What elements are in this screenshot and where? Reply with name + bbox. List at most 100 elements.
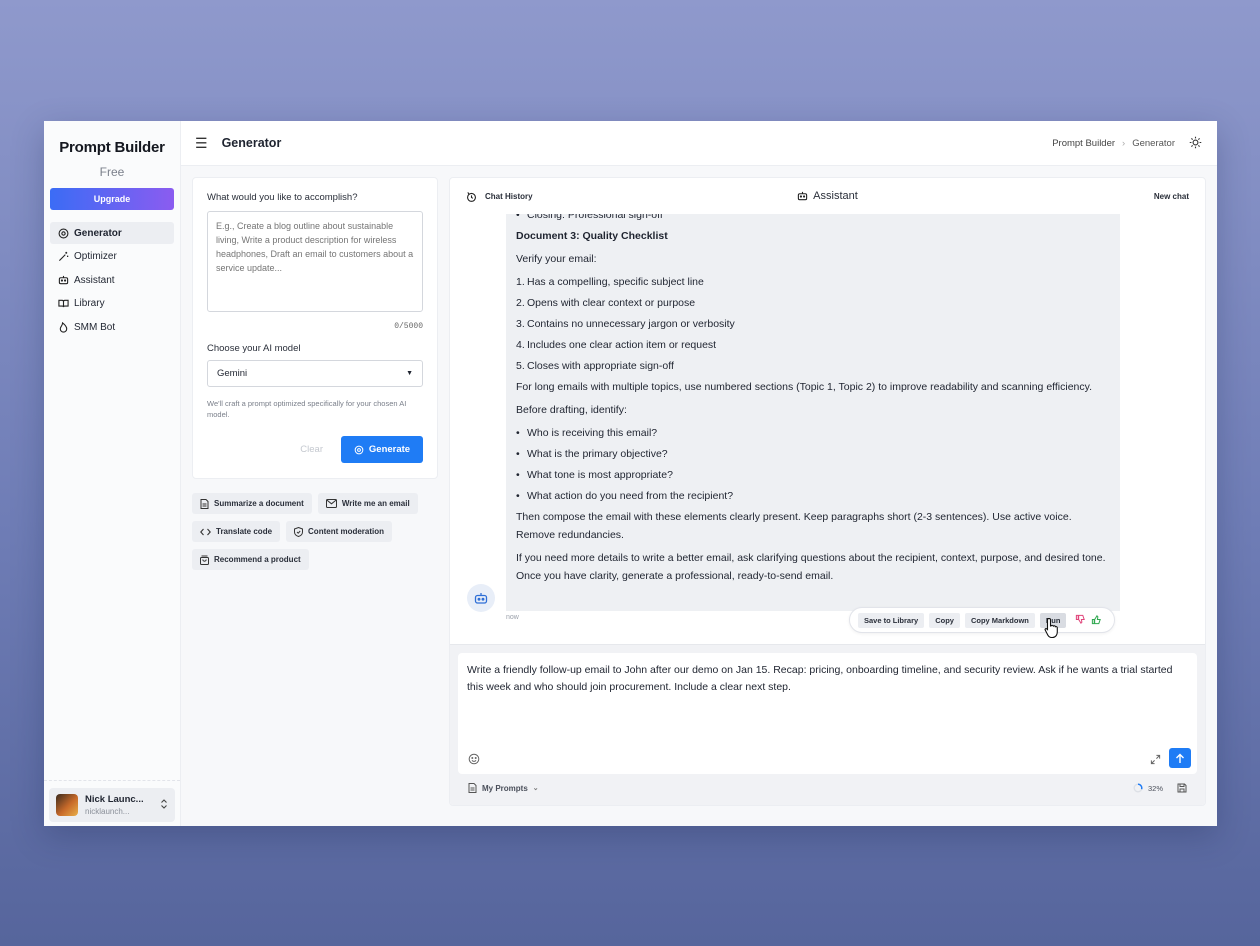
prompt-input-text[interactable]: Write a friendly follow-up email to John…	[467, 662, 1188, 696]
chat-history-button[interactable]: Chat History	[466, 191, 533, 202]
message-text: Verify your email:	[516, 253, 597, 265]
save-icon[interactable]	[1177, 783, 1187, 793]
thumbs-up-icon[interactable]	[1091, 614, 1103, 626]
arrow-up-icon	[1176, 753, 1184, 763]
chip-recommend-product[interactable]: Recommend a product	[192, 549, 309, 570]
book-icon	[57, 298, 69, 310]
message-text: Then compose the email with these elemen…	[516, 511, 1072, 541]
assistant-message: • Closing: Professional sign-off Document…	[506, 214, 1120, 611]
topbar: ☰ Generator Prompt Builder › Generator	[181, 121, 1217, 166]
generator-icon	[57, 227, 69, 239]
expand-icon[interactable]	[1150, 754, 1161, 765]
form-actions: Clear Generate	[207, 436, 423, 463]
breadcrumb-root[interactable]: Prompt Builder	[1052, 138, 1115, 149]
chip-write-email[interactable]: Write me an email	[317, 493, 418, 514]
composer-footer: My Prompts ⌄ 32%	[458, 774, 1197, 802]
sidebar-item-label: SMM Bot	[74, 321, 116, 333]
chip-label: Translate code	[216, 527, 273, 536]
list-item: 4. Includes one clear action item or requ…	[516, 339, 717, 351]
upgrade-button[interactable]: Upgrade	[50, 188, 174, 210]
sidebar-item-smm-bot[interactable]: SMM Bot	[50, 316, 174, 338]
chevron-up-down-icon	[160, 799, 168, 811]
caret-down-icon: ▼	[406, 370, 413, 377]
sidebar-item-generator[interactable]: Generator	[50, 222, 174, 244]
page-title: Generator	[221, 136, 282, 150]
model-hint: We'll craft a prompt optimized specifica…	[207, 399, 407, 419]
message-timestamp: now	[506, 614, 519, 621]
emoji-icon[interactable]	[468, 753, 480, 765]
bag-icon	[200, 555, 209, 565]
document-icon	[200, 498, 209, 509]
list-item: • Who is receiving this email?	[516, 427, 658, 439]
message-text: Before drafting, identify:	[516, 404, 627, 416]
sidebar-item-label: Assistant	[74, 274, 115, 286]
content: What would you like to accomplish? 0/500…	[181, 166, 1217, 826]
assistant-label: Assistant	[813, 190, 858, 202]
shield-icon	[294, 526, 304, 537]
assistant-panel: Chat History Assistant New chat • Closing…	[449, 177, 1206, 806]
assistant-title: Assistant	[450, 190, 1205, 202]
code-icon	[200, 528, 211, 536]
sparkle-icon	[354, 445, 364, 455]
message-heading: Document 3: Quality Checklist	[516, 230, 668, 242]
prompt-input[interactable]: Write a friendly follow-up email to John…	[458, 653, 1197, 774]
list-item: 5. Closes with appropriate sign-off	[516, 360, 674, 372]
sidebar-item-label: Generator	[74, 227, 122, 239]
document-icon	[468, 783, 477, 793]
list-item: • Closing: Professional sign-off	[516, 214, 663, 221]
chevron-down-icon: ⌄	[532, 785, 539, 792]
list-item: 2. Opens with clear context or purpose	[516, 297, 696, 309]
chip-summarize-document[interactable]: Summarize a document	[192, 493, 312, 514]
new-chat-button[interactable]: New chat	[1154, 192, 1189, 201]
breadcrumb: Prompt Builder › Generator	[1052, 138, 1175, 149]
clear-button[interactable]: Clear	[300, 444, 323, 455]
copy-button[interactable]: Copy	[929, 612, 960, 628]
sidebar-item-assistant[interactable]: Assistant	[50, 269, 174, 291]
chip-translate-code[interactable]: Translate code	[192, 521, 281, 542]
sidebar-item-library[interactable]: Library	[50, 293, 174, 315]
hand-cursor-icon	[1043, 617, 1061, 644]
char-count: 0/5000	[394, 322, 423, 331]
user-menu[interactable]: Nick Launc... nicklaunch...	[49, 788, 175, 822]
chat-header: Chat History Assistant New chat	[450, 178, 1205, 214]
model-select[interactable]: Gemini ▼	[207, 360, 423, 387]
list-item: 3. Contains no unnecessary jargon or verb…	[516, 318, 735, 330]
generator-form: What would you like to accomplish? 0/500…	[192, 177, 438, 479]
copy-markdown-button[interactable]: Copy Markdown	[964, 612, 1035, 628]
list-item: • What action do you need from the recipi…	[516, 490, 734, 502]
goal-textarea[interactable]	[207, 211, 423, 312]
usage-progress: 32%	[1133, 783, 1163, 793]
bot-avatar	[467, 584, 495, 612]
chip-content-moderation[interactable]: Content moderation	[286, 521, 393, 542]
composer: Write a friendly follow-up email to John…	[450, 644, 1205, 805]
chip-label: Summarize a document	[214, 499, 304, 508]
magic-wand-icon	[57, 251, 69, 263]
my-prompts-label: My Prompts	[482, 783, 528, 793]
thumbs-down-icon[interactable]	[1075, 614, 1087, 626]
chat-bot-icon	[797, 191, 808, 202]
chip-label: Write me an email	[341, 499, 410, 508]
list-item: • What tone is most appropriate?	[516, 469, 673, 481]
model-select-value: Gemini	[217, 368, 248, 379]
sidebar: Prompt Builder Free Upgrade Generator Op…	[44, 121, 181, 826]
theme-toggle-sun-icon[interactable]	[1189, 136, 1203, 150]
avatar	[56, 794, 78, 816]
progress-ring-icon	[1133, 783, 1143, 793]
my-prompts-dropdown[interactable]: My Prompts ⌄	[468, 783, 539, 793]
sidebar-item-label: Library	[74, 298, 105, 310]
app-window: Prompt Builder Free Upgrade Generator Op…	[44, 121, 1217, 826]
save-to-library-button[interactable]: Save to Library	[858, 612, 925, 628]
message-area: • Closing: Professional sign-off Document…	[450, 214, 1205, 642]
generator-panel: What would you like to accomplish? 0/500…	[192, 177, 438, 806]
flame-icon	[57, 321, 69, 333]
message-text: If you need more details to write a bett…	[516, 552, 1106, 582]
hamburger-menu-icon[interactable]: ☰	[195, 135, 208, 152]
generate-label: Generate	[368, 444, 411, 455]
mail-icon	[325, 499, 337, 508]
sidebar-item-optimizer[interactable]: Optimizer	[50, 246, 174, 268]
user-email: nicklaunch...	[85, 807, 130, 816]
main-area: ☰ Generator Prompt Builder › Generator W…	[181, 121, 1217, 826]
send-button[interactable]	[1169, 748, 1191, 768]
quick-prompts: Summarize a document Write me an email T…	[192, 493, 438, 570]
generate-button[interactable]: Generate	[341, 436, 423, 463]
